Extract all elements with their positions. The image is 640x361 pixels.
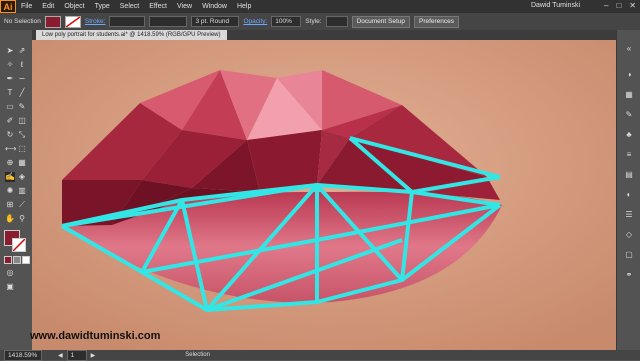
menu-file[interactable]: File (16, 3, 37, 10)
user-name[interactable]: Dawid Tuminski (531, 2, 580, 9)
layers-panel-icon[interactable]: ◇ (623, 230, 635, 240)
menu-view[interactable]: View (172, 3, 197, 10)
stroke-weight-field[interactable] (109, 16, 146, 27)
rectangle-tool-icon[interactable]: ▭ (5, 102, 15, 112)
minimize-icon[interactable]: – (604, 1, 608, 10)
free-transform-icon[interactable]: ⬚ (17, 144, 27, 154)
menu-edit[interactable]: Edit (37, 3, 59, 10)
stroke-panel-icon[interactable]: ≡ (623, 150, 635, 160)
opacity-field[interactable]: 100% (271, 16, 302, 27)
stroke-label[interactable]: Stroke: (85, 18, 106, 25)
brush-definition[interactable]: 3 pt. Round (191, 16, 240, 27)
symbol-sprayer-icon[interactable]: ✺ (5, 186, 15, 196)
lasso-icon[interactable]: ℓ (17, 60, 27, 70)
menu-bar: Ai File Edit Object Type Select Effect V… (0, 0, 640, 13)
brushes-panel-icon[interactable]: ✎ (623, 110, 635, 120)
preferences-button[interactable]: Preferences (413, 15, 460, 28)
slice-tool-icon[interactable]: ⟋ (17, 200, 27, 210)
type-tool-icon[interactable]: T (5, 88, 15, 98)
transparency-panel-icon[interactable]: ◐ (623, 190, 635, 200)
menu-help[interactable]: Help (232, 3, 256, 10)
artboard-number[interactable]: 1 (66, 349, 87, 361)
app-logo: Ai (0, 0, 16, 13)
lips-artwork (32, 40, 616, 350)
blend-tool-icon[interactable]: ◈ (17, 172, 27, 182)
menu-effect[interactable]: Effect (144, 3, 172, 10)
close-icon[interactable]: ✕ (629, 1, 636, 10)
tools-panel: ➤ ⇗ ✧ ℓ ✒ ∽ T ╱ ▭ ✎ ✐ ◫ ↻ ⤡ ⟷ ⬚ ⊕ ▦ ✍ ◈ … (0, 30, 33, 350)
curvature-tool-icon[interactable]: ∽ (17, 74, 27, 84)
screen-mode-icon[interactable]: ▣ (5, 282, 15, 292)
shape-builder-icon[interactable]: ⊕ (5, 158, 15, 168)
artboard-canvas[interactable] (32, 40, 616, 350)
artboards-panel-icon[interactable]: ▢ (623, 250, 635, 260)
draw-mode-icon[interactable]: ◎ (5, 268, 15, 278)
document-setup-button[interactable]: Document Setup (351, 15, 410, 28)
magic-wand-icon[interactable]: ✧ (5, 60, 15, 70)
graph-tool-icon[interactable]: ▥ (17, 186, 27, 196)
maximize-icon[interactable]: □ (616, 1, 621, 10)
window-controls: – □ ✕ (604, 1, 636, 10)
none-mode-icon[interactable] (22, 256, 30, 264)
pen-tool-icon[interactable]: ✒ (5, 74, 15, 84)
links-panel-icon[interactable]: ⚭ (623, 270, 635, 280)
status-bar: 1418.59% ◀ 1 ▶ Selection (0, 349, 640, 361)
document-tab[interactable]: Low poly portrait for students.ai* @ 141… (36, 30, 227, 40)
panel-dock: « ◑ ▦ ✎ ♣ ≡ ▤ ◐ ☰ ◇ ▢ ⚭ (616, 30, 640, 350)
line-tool-icon[interactable]: ╱ (17, 88, 27, 98)
color-mode-icon[interactable] (4, 256, 12, 264)
swatches-panel-icon[interactable]: ▦ (623, 90, 635, 100)
next-artboard-icon[interactable]: ▶ (91, 352, 96, 359)
eyedropper-icon[interactable]: ✍ (5, 172, 15, 182)
variable-width-profile[interactable] (149, 16, 188, 27)
menu-select[interactable]: Select (115, 3, 144, 10)
collapse-panels-icon[interactable]: « (623, 44, 635, 54)
menu-window[interactable]: Window (197, 3, 232, 10)
fill-swatch[interactable] (44, 15, 61, 28)
artboard-tool-icon[interactable]: ⊞ (5, 200, 15, 210)
paintbrush-icon[interactable]: ✎ (17, 102, 27, 112)
watermark: www.dawidtuminski.com (30, 330, 161, 342)
style-swatch[interactable] (325, 16, 348, 27)
style-label: Style: (305, 18, 322, 25)
selection-status: No Selection (4, 18, 41, 25)
shaper-tool-icon[interactable]: ✐ (5, 116, 15, 126)
prev-artboard-icon[interactable]: ◀ (58, 352, 63, 359)
width-tool-icon[interactable]: ⟷ (5, 144, 16, 154)
menu-object[interactable]: Object (59, 3, 89, 10)
gradient-panel-icon[interactable]: ▤ (623, 170, 635, 180)
zoom-tool-icon[interactable]: ⚲ (17, 214, 27, 224)
color-panel-icon[interactable]: ◑ (623, 70, 635, 80)
stroke-swatch[interactable] (64, 15, 81, 28)
perspective-grid-icon[interactable]: ▦ (17, 158, 27, 168)
rotate-tool-icon[interactable]: ↻ (5, 130, 15, 140)
hand-tool-icon[interactable]: ✋ (5, 214, 15, 224)
eraser-icon[interactable]: ◫ (17, 116, 27, 126)
selection-tool-icon[interactable]: ➤ (5, 46, 15, 56)
control-bar: No Selection Stroke: 3 pt. Round Opacity… (0, 13, 640, 30)
gradient-mode-icon[interactable] (13, 256, 21, 264)
symbols-panel-icon[interactable]: ♣ (623, 130, 635, 140)
document-tab-bar: Low poly portrait for students.ai* @ 141… (32, 30, 616, 40)
opacity-label[interactable]: Opacity: (243, 18, 267, 25)
stroke-color-box[interactable] (12, 238, 26, 252)
direct-selection-tool-icon[interactable]: ⇗ (17, 46, 27, 56)
appearance-panel-icon[interactable]: ☰ (623, 210, 635, 220)
current-tool-status: Selection (185, 352, 210, 358)
menu-type[interactable]: Type (90, 3, 115, 10)
zoom-field[interactable]: 1418.59% (4, 349, 42, 361)
scale-tool-icon[interactable]: ⤡ (17, 130, 27, 140)
